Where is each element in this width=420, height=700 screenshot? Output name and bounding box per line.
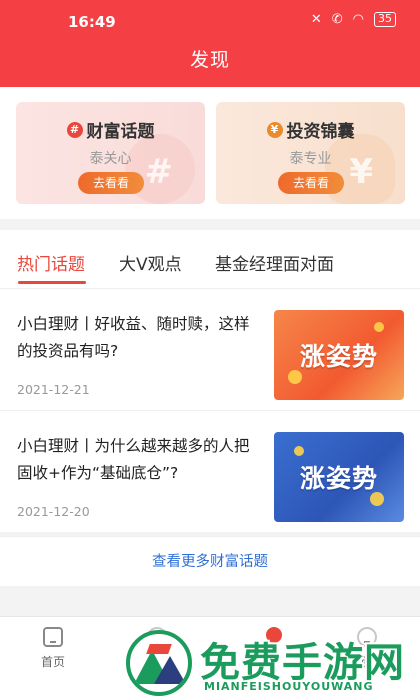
user-icon bbox=[357, 627, 377, 647]
card-investment-tips[interactable]: ¥ ¥ 投资锦囊 泰专业 去看看 bbox=[216, 102, 405, 204]
card-subtitle: 泰专业 bbox=[289, 151, 332, 167]
battery-icon: 35 bbox=[374, 12, 396, 27]
section-gap bbox=[0, 586, 420, 616]
status-icons: ✕ ✆ ◠ 35 bbox=[311, 12, 396, 27]
article-thumbnail[interactable]: 涨姿势 bbox=[274, 310, 404, 400]
money-bag-icon: ¥ bbox=[266, 121, 283, 138]
page-header: 发现 bbox=[0, 40, 420, 87]
card-subtitle: 泰关心 bbox=[89, 151, 132, 167]
nav-mine-label: 我的 bbox=[354, 655, 379, 669]
article-title: 小白理财丨为什么越来越多的人把固收+作为“基础底仓”? bbox=[17, 437, 250, 482]
go-see-button[interactable]: 去看看 bbox=[278, 172, 344, 194]
active-tab-indicator bbox=[18, 281, 86, 284]
home-icon bbox=[43, 627, 63, 647]
card-title: 财富话题 bbox=[86, 122, 155, 142]
article-date: 2021-12-21 bbox=[17, 382, 90, 397]
card-wealth-topics[interactable]: # # 财富话题 泰关心 去看看 bbox=[16, 102, 205, 204]
coin-decoration bbox=[288, 370, 302, 384]
status-time: 16:49 bbox=[68, 13, 116, 31]
card-title: 投资锦囊 bbox=[286, 122, 355, 142]
thumbnail-text: 涨姿势 bbox=[299, 464, 378, 493]
nav-home-label: 首页 bbox=[40, 655, 65, 669]
nav-mine[interactable]: 我的 bbox=[332, 627, 402, 670]
article-list: 小白理财丨好收益、随时赎，这样的投资品有吗? 2021-12-21 涨姿势 小白… bbox=[0, 288, 420, 532]
article-date: 2021-12-20 bbox=[17, 504, 90, 519]
page-title: 发现 bbox=[189, 49, 230, 71]
topic-tabs: 热门话题 大V观点 基金经理面对面 bbox=[0, 230, 420, 288]
coin-decoration bbox=[374, 322, 384, 332]
tab-big-v-views[interactable]: 大V观点 bbox=[119, 250, 182, 275]
tab-fund-manager[interactable]: 基金经理面对面 bbox=[215, 250, 334, 275]
article-thumbnail[interactable]: 涨姿势 bbox=[274, 432, 404, 522]
bottom-nav: 首页 我的 bbox=[0, 616, 420, 700]
call-icon: ✆ bbox=[331, 12, 343, 27]
coin-decoration bbox=[370, 492, 384, 506]
status-bar: 16:49 ✕ ✆ ◠ 35 bbox=[0, 0, 420, 40]
notification-dot bbox=[266, 627, 282, 643]
hash-icon: # bbox=[66, 121, 83, 138]
mute-icon: ✕ bbox=[310, 12, 322, 27]
coin-decoration bbox=[294, 446, 304, 456]
discover-icon bbox=[147, 627, 167, 647]
nav-discover[interactable] bbox=[122, 627, 192, 653]
nav-home[interactable]: 首页 bbox=[18, 627, 88, 670]
list-item[interactable]: 小白理财丨为什么越来越多的人把固收+作为“基础底仓”? 2021-12-20 涨… bbox=[0, 410, 420, 532]
list-item[interactable]: 小白理财丨好收益、随时赎，这样的投资品有吗? 2021-12-21 涨姿势 bbox=[0, 288, 420, 410]
feature-cards: # # 财富话题 泰关心 去看看 ¥ ¥ 投资锦囊 泰专业 去看看 bbox=[0, 87, 420, 219]
wifi-icon: ◠ bbox=[352, 12, 364, 27]
tab-hot-topics[interactable]: 热门话题 bbox=[17, 250, 85, 275]
go-see-button[interactable]: 去看看 bbox=[78, 172, 144, 194]
more-topics-link[interactable]: 查看更多财富话题 bbox=[152, 554, 268, 570]
thumbnail-text: 涨姿势 bbox=[299, 342, 378, 371]
more-topics-row: 查看更多财富话题 bbox=[0, 536, 420, 586]
article-title: 小白理财丨好收益、随时赎，这样的投资品有吗? bbox=[17, 315, 250, 360]
